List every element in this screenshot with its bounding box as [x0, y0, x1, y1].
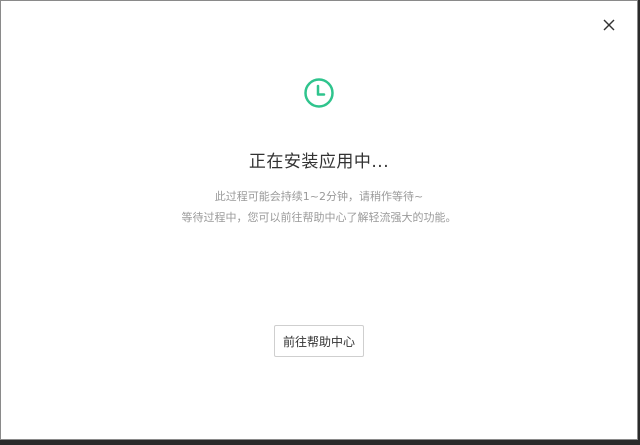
description-line-2: 等待过程中，您可以前往帮助中心了解轻流强大的功能。 — [181, 211, 457, 224]
close-icon — [603, 19, 615, 31]
install-dialog: 正在安装应用中... 此过程可能会持续1~2分钟，请稍作等待~ 等待过程中，您可… — [0, 0, 638, 440]
help-center-button[interactable]: 前往帮助中心 — [274, 325, 364, 357]
dialog-title: 正在安装应用中... — [248, 152, 390, 172]
clock-icon — [304, 78, 334, 108]
description-line-1: 此过程可能会持续1~2分钟，请稍作等待~ — [214, 190, 424, 203]
close-button[interactable] — [599, 15, 619, 35]
